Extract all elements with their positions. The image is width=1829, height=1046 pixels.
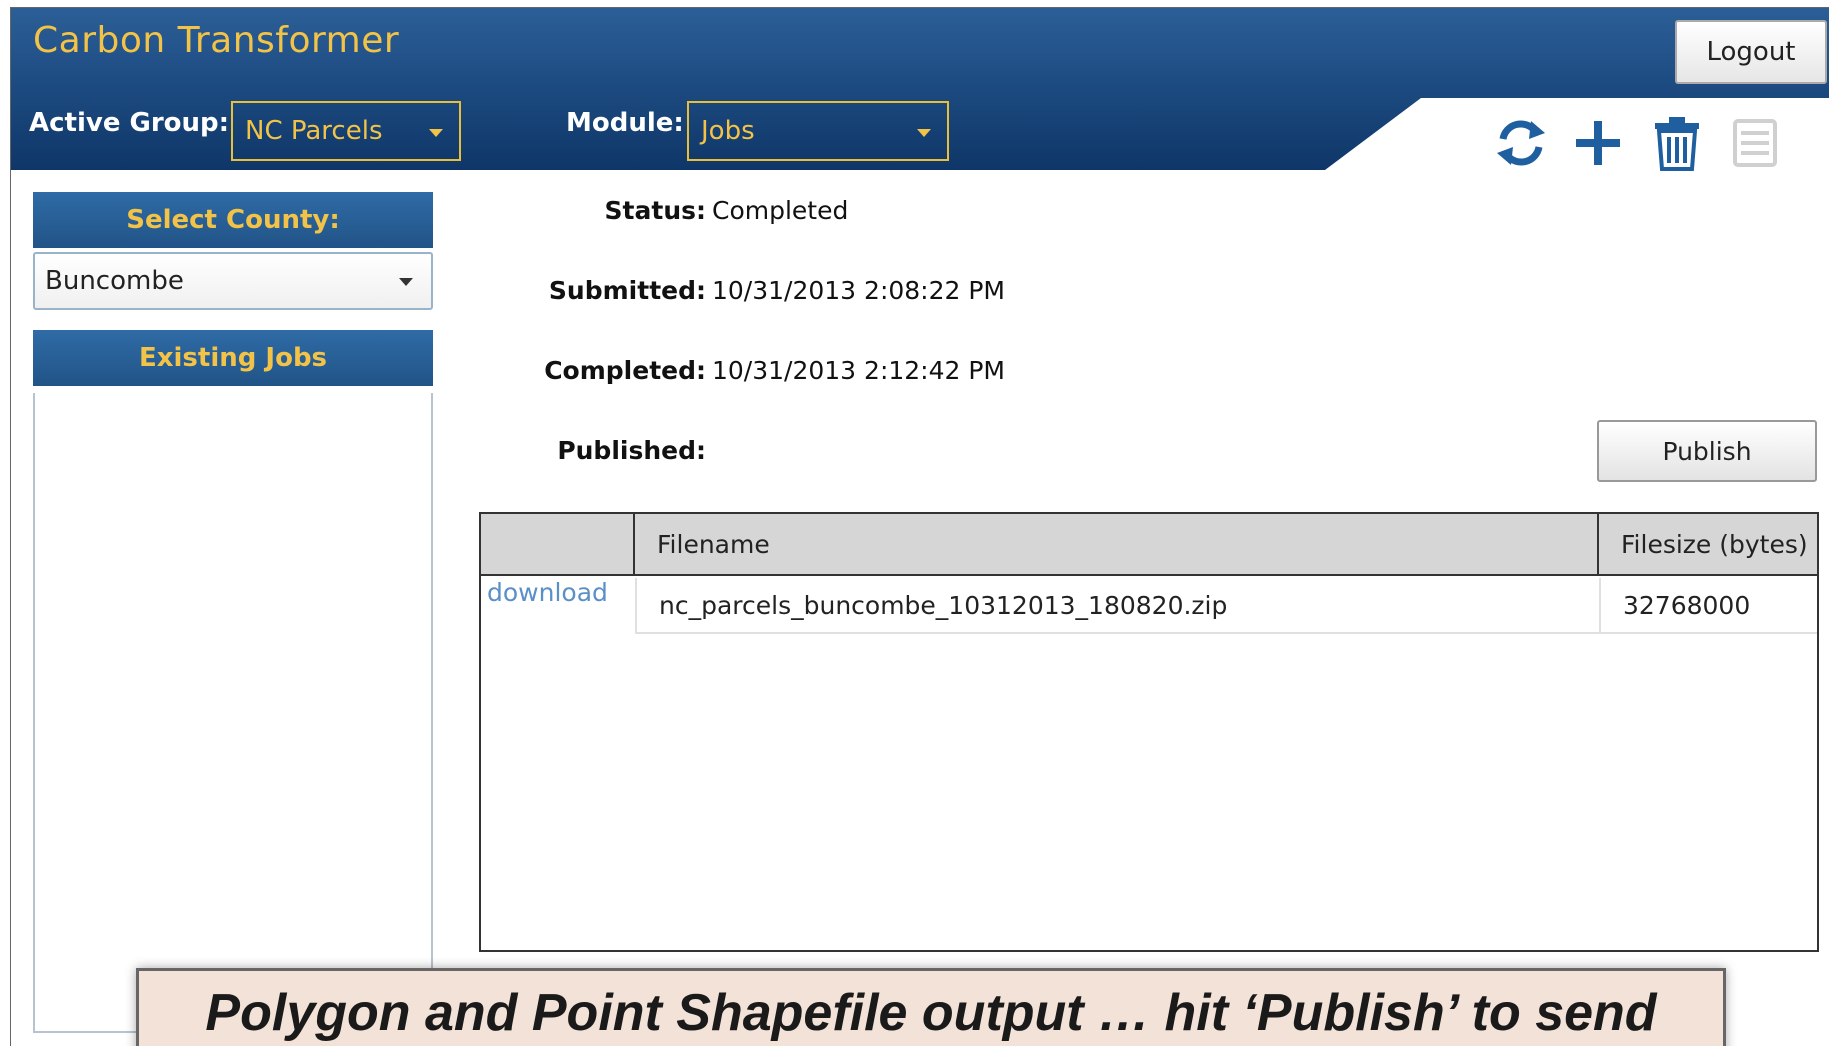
column-header-filesize[interactable]: Filesize (bytes) — [1599, 514, 1817, 576]
filename-cell: nc_parcels_buncombe_10312013_180820.zip — [635, 578, 1599, 634]
chevron-down-icon — [917, 129, 931, 137]
status-label: Status: — [604, 196, 706, 225]
county-dropdown[interactable]: Buncombe — [33, 252, 433, 310]
completed-value: 10/31/2013 2:12:42 PM — [712, 356, 1006, 385]
existing-jobs-header: Existing Jobs — [33, 330, 433, 386]
list-icon[interactable] — [1725, 113, 1785, 173]
active-group-dropdown[interactable]: NC Parcels — [231, 101, 461, 161]
chevron-down-icon — [399, 278, 413, 286]
select-county-header: Select County: — [33, 192, 433, 248]
caption-banner: Polygon and Point Shapefile output … hit… — [136, 968, 1726, 1046]
publish-button[interactable]: Publish — [1597, 420, 1817, 482]
files-table: Filename Filesize (bytes) download nc_pa… — [479, 512, 1819, 952]
module-value: Jobs — [701, 116, 755, 146]
trash-icon[interactable] — [1647, 113, 1707, 173]
column-header-filename[interactable]: Filename — [635, 514, 1599, 576]
county-value: Buncombe — [45, 266, 184, 296]
app-title: Carbon Transformer — [33, 20, 400, 61]
submitted-value: 10/31/2013 2:08:22 PM — [712, 276, 1006, 305]
app-window: Carbon Transformer Logout Active Group: … — [10, 7, 1829, 1046]
status-value: Completed — [712, 196, 849, 225]
existing-jobs-list[interactable] — [33, 393, 433, 1033]
published-label: Published: — [557, 436, 706, 465]
logout-button[interactable]: Logout — [1675, 20, 1827, 84]
active-group-value: NC Parcels — [245, 116, 383, 146]
download-link[interactable]: download — [487, 578, 608, 607]
active-group-label: Active Group: — [29, 108, 230, 138]
completed-label: Completed: — [544, 356, 706, 385]
chevron-down-icon — [429, 129, 443, 137]
module-dropdown[interactable]: Jobs — [687, 101, 949, 161]
submitted-label: Submitted: — [548, 276, 706, 305]
module-label: Module: — [566, 108, 684, 138]
refresh-icon[interactable] — [1491, 113, 1551, 173]
filesize-cell: 32768000 — [1599, 578, 1817, 634]
column-header-action — [481, 514, 635, 576]
add-icon[interactable] — [1568, 113, 1628, 173]
